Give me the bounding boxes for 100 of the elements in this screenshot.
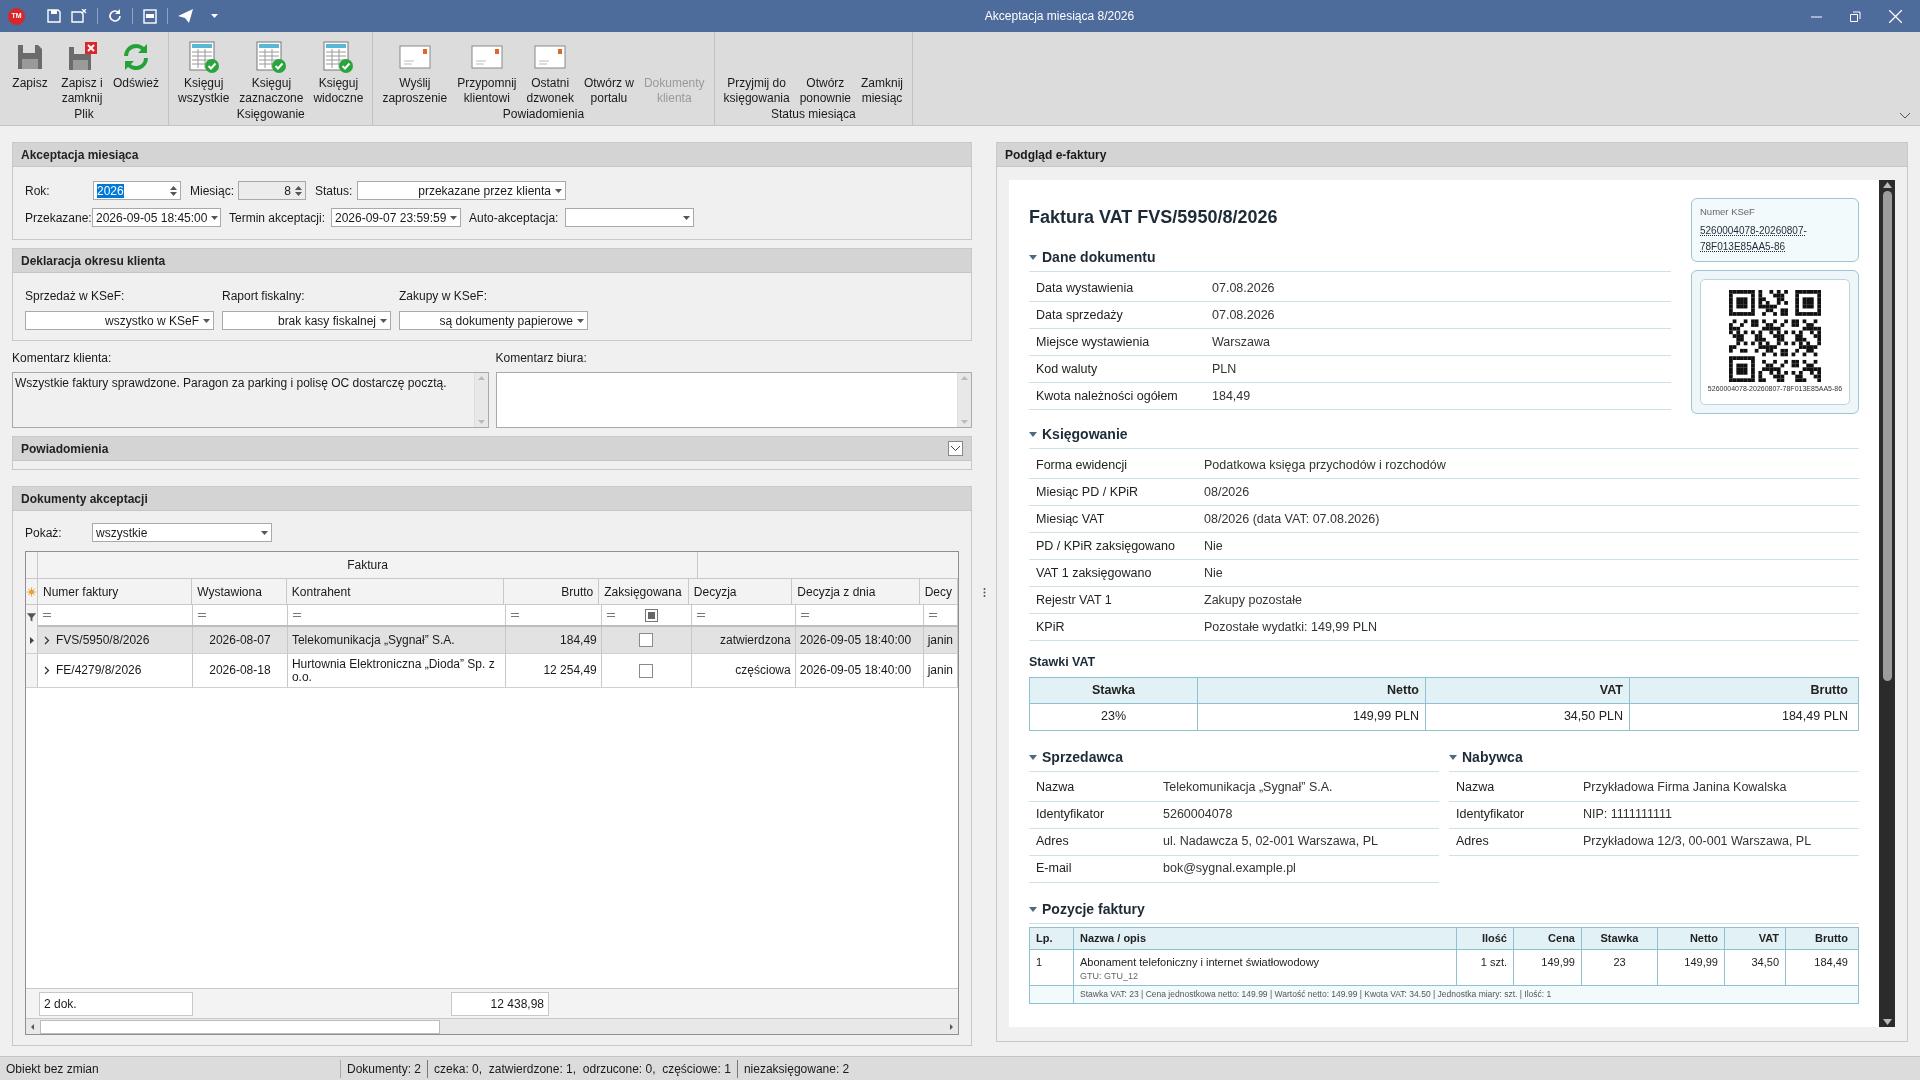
column-header[interactable]: Decyzja z dnia [792, 579, 920, 604]
horizontal-scrollbar[interactable] [26, 1018, 958, 1034]
year-spinbox[interactable]: 2026 [93, 181, 181, 200]
field-label: Status: [315, 182, 354, 200]
save-close-icon[interactable] [71, 9, 87, 23]
status-text: Dokumenty: 2 [340, 1059, 428, 1078]
table-cell: zatwierdzona [720, 633, 791, 647]
table-cell: 149,99 PLN [1198, 703, 1426, 730]
ribbon-button[interactable]: Zapisz [4, 32, 56, 107]
ribbon-button[interactable]: Otwórz w portalu [578, 32, 639, 107]
section-title: Dokumenty akceptacji [21, 490, 148, 508]
ribbon-button[interactable]: Księguj widoczne [308, 32, 369, 107]
collapse-triangle-icon[interactable] [1029, 255, 1037, 260]
declaration-dropdown[interactable]: wszystko w KSeF [25, 311, 214, 330]
expand-row-icon[interactable] [44, 635, 50, 645]
close-icon[interactable] [1889, 9, 1902, 23]
ribbon-button[interactable]: Zamknij miesiąc [856, 32, 909, 107]
field-value: Przykładowa 12/3, 00-001 Warszawa, PL [1583, 833, 1812, 851]
collapse-ribbon-icon[interactable] [1900, 113, 1910, 119]
checkbox[interactable] [639, 663, 654, 678]
checkbox[interactable] [639, 633, 654, 647]
table-cell: Telekomunikacja „Sygnał” S.A. [291, 633, 455, 647]
table-cell: 184,49 [560, 633, 597, 647]
expand-toggle[interactable] [948, 441, 963, 456]
scrollbar-thumb[interactable] [40, 1019, 440, 1034]
field-label: Miesiąc: [190, 182, 235, 200]
column-header[interactable]: Zaksięgowana [599, 579, 689, 604]
splitter-grip-icon[interactable] [982, 587, 986, 597]
collapse-triangle-icon[interactable] [1029, 754, 1037, 760]
field-label: Sprzedaż w KSeF: [25, 288, 126, 305]
document-icon[interactable] [143, 8, 157, 24]
date-time-picker[interactable]: 2026-09-07 23:59:59 [331, 208, 461, 227]
column-header[interactable]: Decyzja [688, 579, 793, 604]
column-header[interactable]: Decy [919, 579, 958, 604]
table-cell: 2026-09-05 18:40:00 [799, 664, 912, 677]
summary-field: 12 438,98 [451, 991, 549, 1016]
vertical-scrollbar[interactable] [1879, 180, 1895, 1027]
spin-arrows-icon[interactable] [170, 184, 177, 197]
dropdown-arrow-icon [683, 215, 690, 220]
ledger-check-icon [187, 40, 220, 74]
ribbon-button[interactable]: Przypomnij klientowi [452, 32, 522, 107]
customize-caret-icon[interactable] [211, 14, 218, 18]
field-value: NIP: 1111111111 [1583, 806, 1672, 824]
ribbon-button[interactable]: Wyślij zaproszenie [377, 32, 453, 107]
column-header[interactable]: Brutto [503, 579, 600, 604]
section-title: Deklaracja okresu klienta [21, 252, 166, 270]
table-cell: 34,50 PLN [1426, 703, 1630, 730]
filter-checkbox[interactable] [645, 608, 658, 622]
restore-icon[interactable] [1850, 10, 1861, 22]
row-indicator[interactable] [26, 627, 38, 653]
ksef-number-link[interactable]: 5260004078-20260807-78F013E85AA5-86 [1700, 223, 1850, 256]
ribbon-button[interactable]: Ostatni dzwonek [521, 32, 579, 107]
ribbon-button[interactable]: Otwórz ponownie [794, 32, 857, 107]
ribbon-button[interactable]: Księguj zaznaczone [234, 32, 309, 107]
field-label: Kwota należności ogółem [1036, 387, 1179, 405]
scroll-down-icon[interactable] [1882, 1019, 1892, 1025]
field-label: Rok: [25, 182, 51, 200]
refresh-icon[interactable] [108, 9, 122, 23]
field-value: Warszawa [1212, 333, 1270, 351]
declaration-dropdown[interactable]: są dokumenty papierowe [399, 311, 588, 330]
save-icon[interactable] [47, 9, 61, 23]
equals-icon [697, 613, 705, 617]
send-icon[interactable] [178, 9, 193, 23]
ribbon-button[interactable]: Przyjmij do księgowania [718, 32, 795, 107]
equals-icon [198, 613, 206, 617]
collapse-triangle-icon[interactable] [1029, 432, 1037, 437]
section-title: Powiadomienia [21, 440, 109, 458]
table-row[interactable]: FE/4279/8/2026 2026-08-18 Hurtownia Elektroniczna „Dioda” Sp. z o.o. 12 254,49 częściowa 2026-09-05 18:40:00 janin [26, 654, 958, 688]
table-cell: 2026-09-05 18:40:00 [799, 633, 912, 647]
field-label: Identyfikator [1036, 806, 1106, 824]
table-cell: 2026-08-18 [209, 664, 271, 677]
gtu-note: GTU: GTU_12 [1080, 970, 1138, 984]
table-cell-text: 1 [1036, 954, 1043, 970]
collapse-triangle-icon[interactable] [1449, 754, 1457, 760]
column-header[interactable]: Kontrahent [286, 579, 504, 604]
ribbon-group-label: Księgowanie [235, 107, 306, 123]
date-time-picker[interactable]: 2026-09-05 18:45:00 [92, 208, 221, 227]
declaration-dropdown[interactable]: brak kasy fiskalnej [222, 311, 391, 330]
expand-row-icon[interactable] [44, 666, 50, 675]
table-row[interactable]: FVS/5950/8/2026 2026-08-07 Telekomunikacja „Sygnał” S.A. 184,49 zatwierdzona 2026-09-05 18:40:00 janin [26, 627, 958, 654]
column-header[interactable]: Wystawiona [192, 579, 287, 604]
column-header: Lp. [1030, 927, 1074, 949]
scroll-up-icon[interactable] [1882, 182, 1892, 188]
table-cell: janin [927, 664, 953, 677]
dropdown-arrow-icon [380, 318, 387, 323]
collapse-triangle-icon[interactable] [1029, 906, 1037, 912]
table-cell-text: 149,99 [1684, 954, 1718, 970]
ribbon-button[interactable]: Odśwież [108, 32, 164, 107]
show-filter-dropdown[interactable]: wszystkie [92, 523, 272, 542]
field-value: Przykładowa Firma Janina Kowalska [1583, 779, 1787, 797]
scrollbar-thumb[interactable] [1882, 191, 1892, 681]
ribbon-button[interactable]: Księguj wszystkie [173, 32, 235, 107]
ribbon-group-label: Status miesiąca [769, 107, 857, 123]
ribbon-button[interactable]: Zapisz i zamknij [56, 32, 108, 107]
window-title: Akceptacja miesiąca 8/2026 [983, 8, 1136, 25]
status-dropdown[interactable]: przekazane przez klienta [357, 181, 566, 200]
column-header[interactable]: Numer faktury [38, 579, 193, 604]
column-header: VAT [1426, 677, 1630, 703]
field-value: Pozostałe wydatki: 149,99 PLN [1204, 618, 1378, 636]
field-label: Data wystawienia [1036, 279, 1135, 297]
